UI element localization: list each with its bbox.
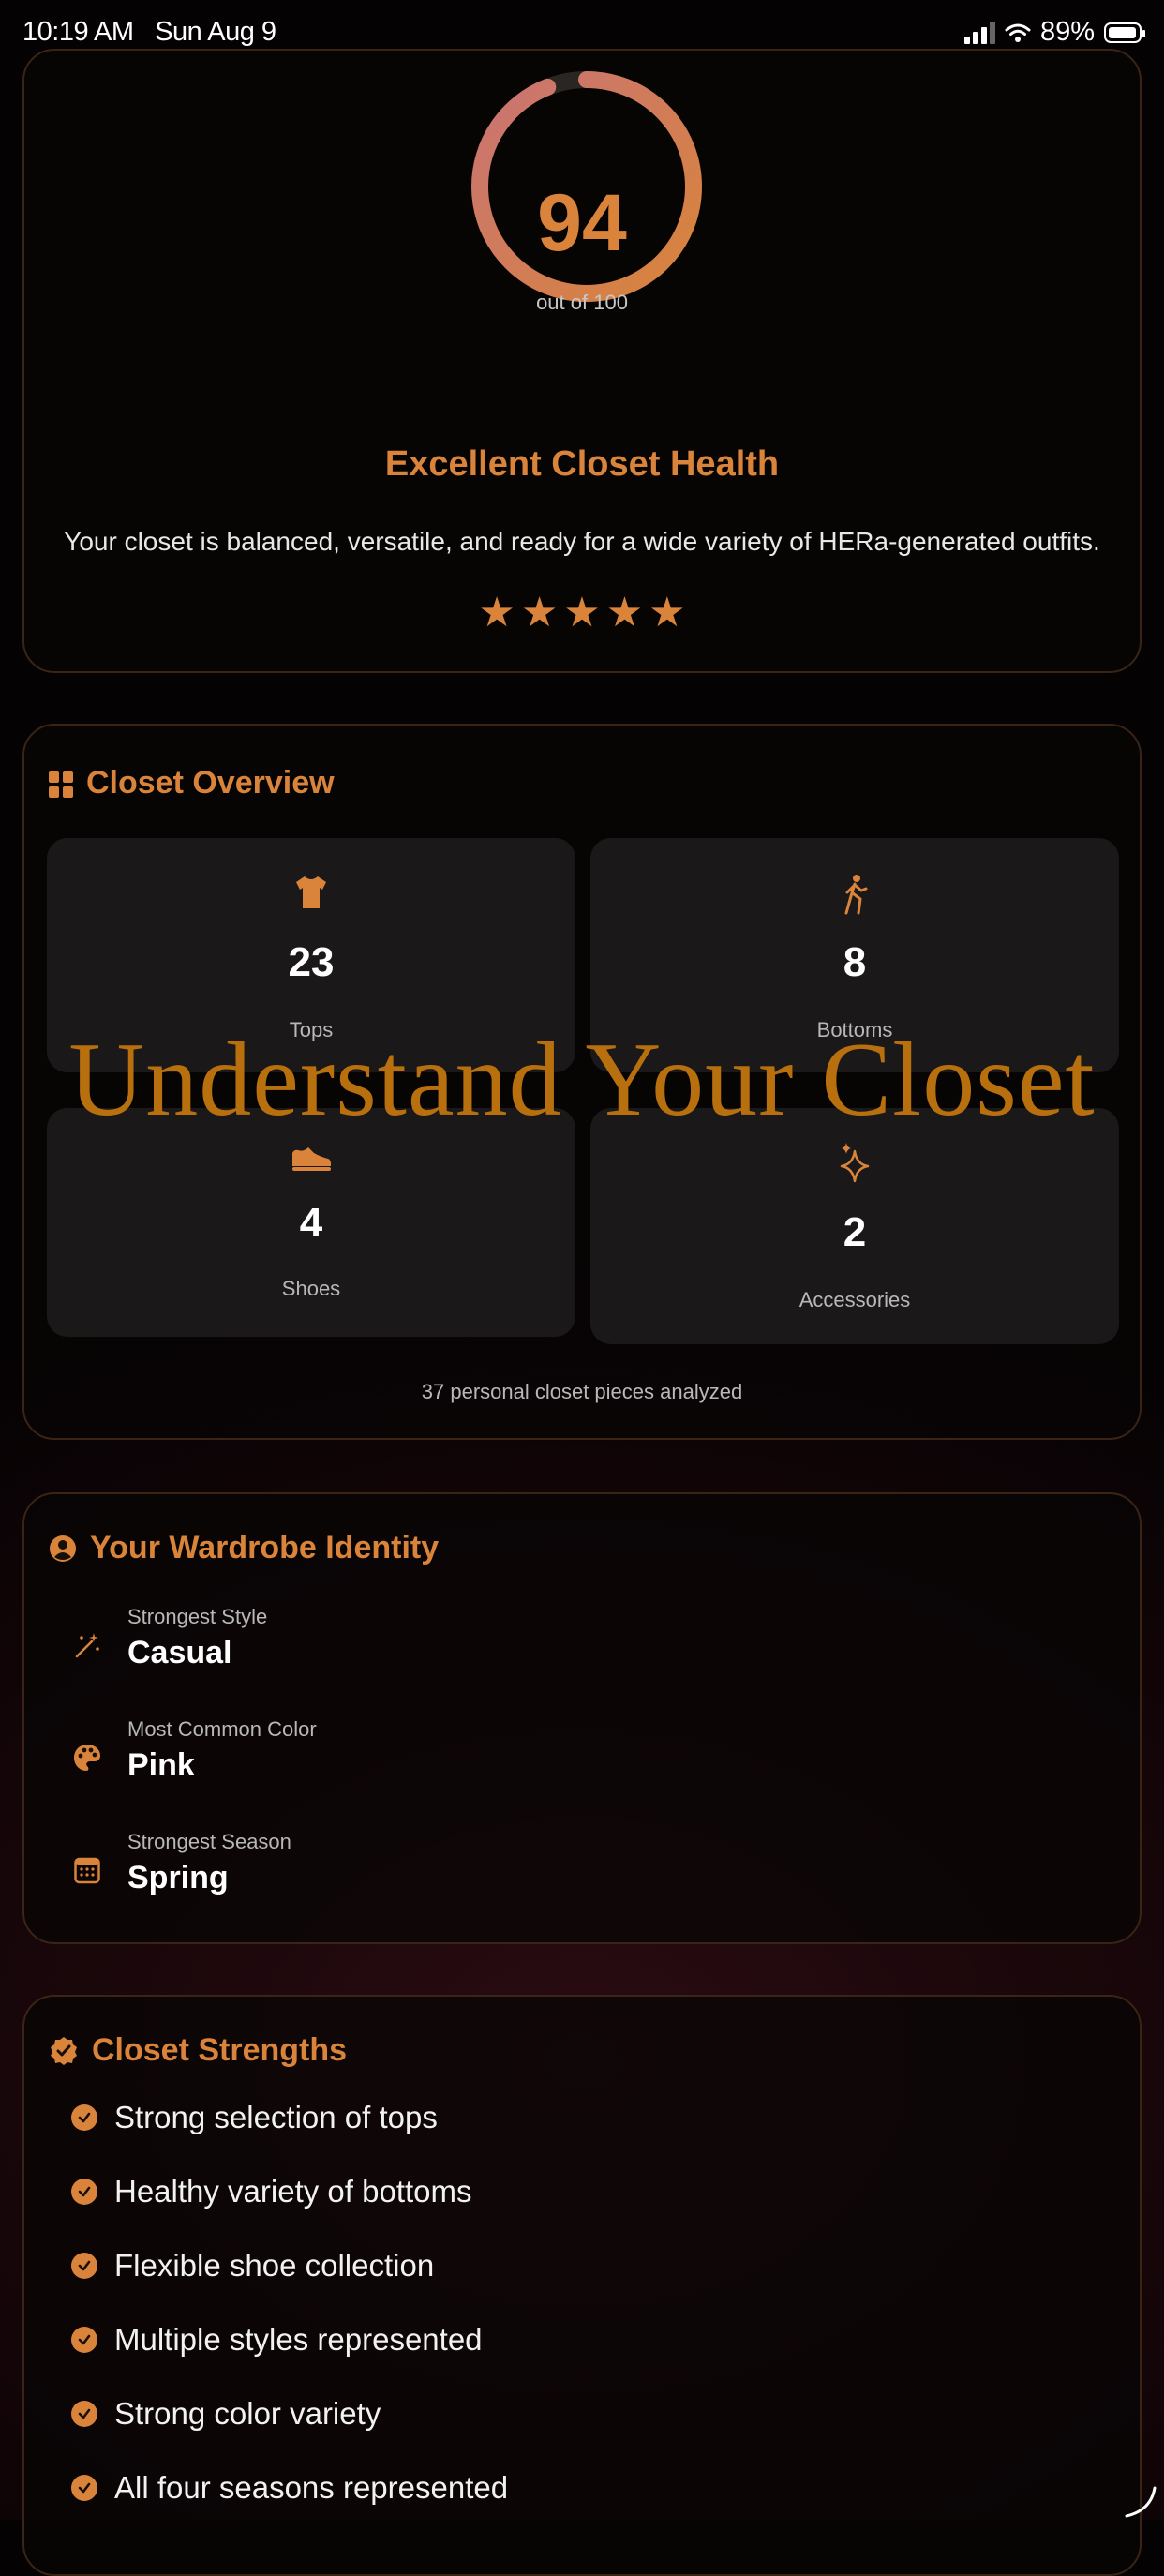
strength-item: Strong selection of tops bbox=[71, 2100, 438, 2135]
strength-text: Strong color variety bbox=[114, 2396, 381, 2431]
strength-item: Multiple styles represented bbox=[71, 2322, 483, 2358]
star-icon: ★ bbox=[520, 590, 559, 636]
sparkles-icon bbox=[840, 1143, 870, 1183]
overview-title: Closet Overview bbox=[86, 765, 335, 801]
strength-text: All four seasons represented bbox=[114, 2470, 509, 2505]
palette-icon bbox=[74, 1745, 100, 1771]
strength-item: All four seasons represented bbox=[71, 2470, 508, 2506]
score-max-label: out of 100 bbox=[536, 291, 628, 314]
identity-row-style: Strongest Style Casual bbox=[71, 1605, 267, 1671]
star-icon: ★ bbox=[605, 590, 644, 636]
status-time-date: 10:19 AM Sun Aug 9 bbox=[22, 17, 276, 48]
rating-stars: ★ ★ ★ ★ ★ bbox=[24, 592, 1140, 634]
identity-row-season: Strongest Season Spring bbox=[71, 1830, 291, 1896]
checkmark-circle-icon bbox=[71, 2253, 97, 2279]
checkmark-seal-icon bbox=[51, 2036, 77, 2065]
battery-percent: 89% bbox=[1039, 17, 1095, 47]
tile-bottoms[interactable]: 8 Bottoms bbox=[590, 838, 1119, 1072]
tile-label: Accessories bbox=[798, 1288, 911, 1311]
strength-item: Strong color variety bbox=[71, 2396, 381, 2432]
checkmark-circle-icon bbox=[71, 2327, 97, 2353]
overview-header: Closet Overview bbox=[49, 765, 335, 801]
star-icon: ★ bbox=[649, 590, 686, 636]
strength-text: Multiple styles represented bbox=[114, 2322, 483, 2357]
strengths-header: Closet Strengths bbox=[49, 2032, 347, 2069]
status-date: Sun Aug 9 bbox=[155, 17, 276, 47]
star-icon: ★ bbox=[563, 590, 601, 636]
strengths-title: Closet Strengths bbox=[92, 2032, 348, 2068]
tile-count: 23 bbox=[288, 939, 335, 985]
tile-label: Tops bbox=[289, 1018, 334, 1041]
checkmark-circle-icon bbox=[71, 2179, 97, 2205]
tile-tops[interactable]: 23 Tops bbox=[47, 838, 575, 1072]
identity-row-color: Most Common Color Pink bbox=[71, 1717, 317, 1784]
magic-wand-icon bbox=[75, 1633, 99, 1658]
checkmark-circle-icon bbox=[71, 2401, 97, 2427]
tile-label: Bottoms bbox=[816, 1018, 893, 1041]
battery-icon bbox=[1104, 22, 1145, 43]
closet-health-card: 94 out of 100 Excellent Closet Health Yo… bbox=[22, 49, 1142, 673]
overview-footer: 37 personal closet pieces analyzed bbox=[421, 1380, 743, 1403]
checkmark-circle-icon bbox=[71, 2104, 97, 2131]
shoe-icon bbox=[292, 1147, 331, 1171]
checkmark-circle-icon bbox=[71, 2475, 97, 2501]
walking-figure-icon bbox=[844, 875, 868, 915]
loading-spinner-icon bbox=[1125, 2486, 1157, 2518]
cellular-signal-icon bbox=[963, 21, 995, 44]
tshirt-icon bbox=[296, 876, 326, 908]
identity-header: Your Wardrobe Identity bbox=[49, 1530, 439, 1566]
closet-overview-card: Closet Overview 23 Tops 8 Bottoms 4 Shoe… bbox=[22, 724, 1142, 1440]
strength-text: Flexible shoe collection bbox=[114, 2248, 435, 2283]
health-title: Excellent Closet Health bbox=[384, 444, 780, 484]
identity-label: Strongest Style bbox=[127, 1605, 268, 1628]
wardrobe-identity-card: Your Wardrobe Identity Strongest Style C… bbox=[22, 1492, 1142, 1944]
tile-accessories[interactable]: 2 Accessories bbox=[590, 1108, 1119, 1344]
identity-label: Most Common Color bbox=[127, 1717, 317, 1741]
grid-icon bbox=[49, 771, 73, 798]
strength-text: Strong selection of tops bbox=[114, 2100, 438, 2134]
status-right: 89% bbox=[963, 17, 1145, 48]
tile-count: 2 bbox=[843, 1209, 867, 1255]
strength-item: Healthy variety of bottoms bbox=[71, 2174, 472, 2209]
tile-shoes[interactable]: 4 Shoes bbox=[47, 1108, 575, 1337]
strength-item: Flexible shoe collection bbox=[71, 2248, 434, 2284]
strength-text: Healthy variety of bottoms bbox=[114, 2174, 472, 2209]
calendar-icon bbox=[74, 1857, 100, 1884]
person-circle-icon bbox=[50, 1535, 76, 1562]
tile-count: 8 bbox=[843, 939, 867, 985]
identity-value: Casual bbox=[127, 1635, 232, 1670]
tile-count: 4 bbox=[299, 1200, 323, 1246]
star-icon: ★ bbox=[478, 590, 515, 636]
identity-title: Your Wardrobe Identity bbox=[90, 1530, 440, 1565]
identity-value: Pink bbox=[127, 1747, 195, 1783]
status-time: 10:19 AM bbox=[22, 17, 134, 47]
health-description: Your closet is balanced, versatile, and … bbox=[64, 527, 1100, 556]
tile-label: Shoes bbox=[281, 1277, 341, 1300]
wifi-icon bbox=[1005, 23, 1031, 42]
identity-value: Spring bbox=[127, 1860, 229, 1895]
score-value: 94 bbox=[537, 178, 627, 268]
closet-strengths-card: Closet Strengths Strong selection of top… bbox=[22, 1995, 1142, 2576]
identity-label: Strongest Season bbox=[127, 1830, 291, 1853]
